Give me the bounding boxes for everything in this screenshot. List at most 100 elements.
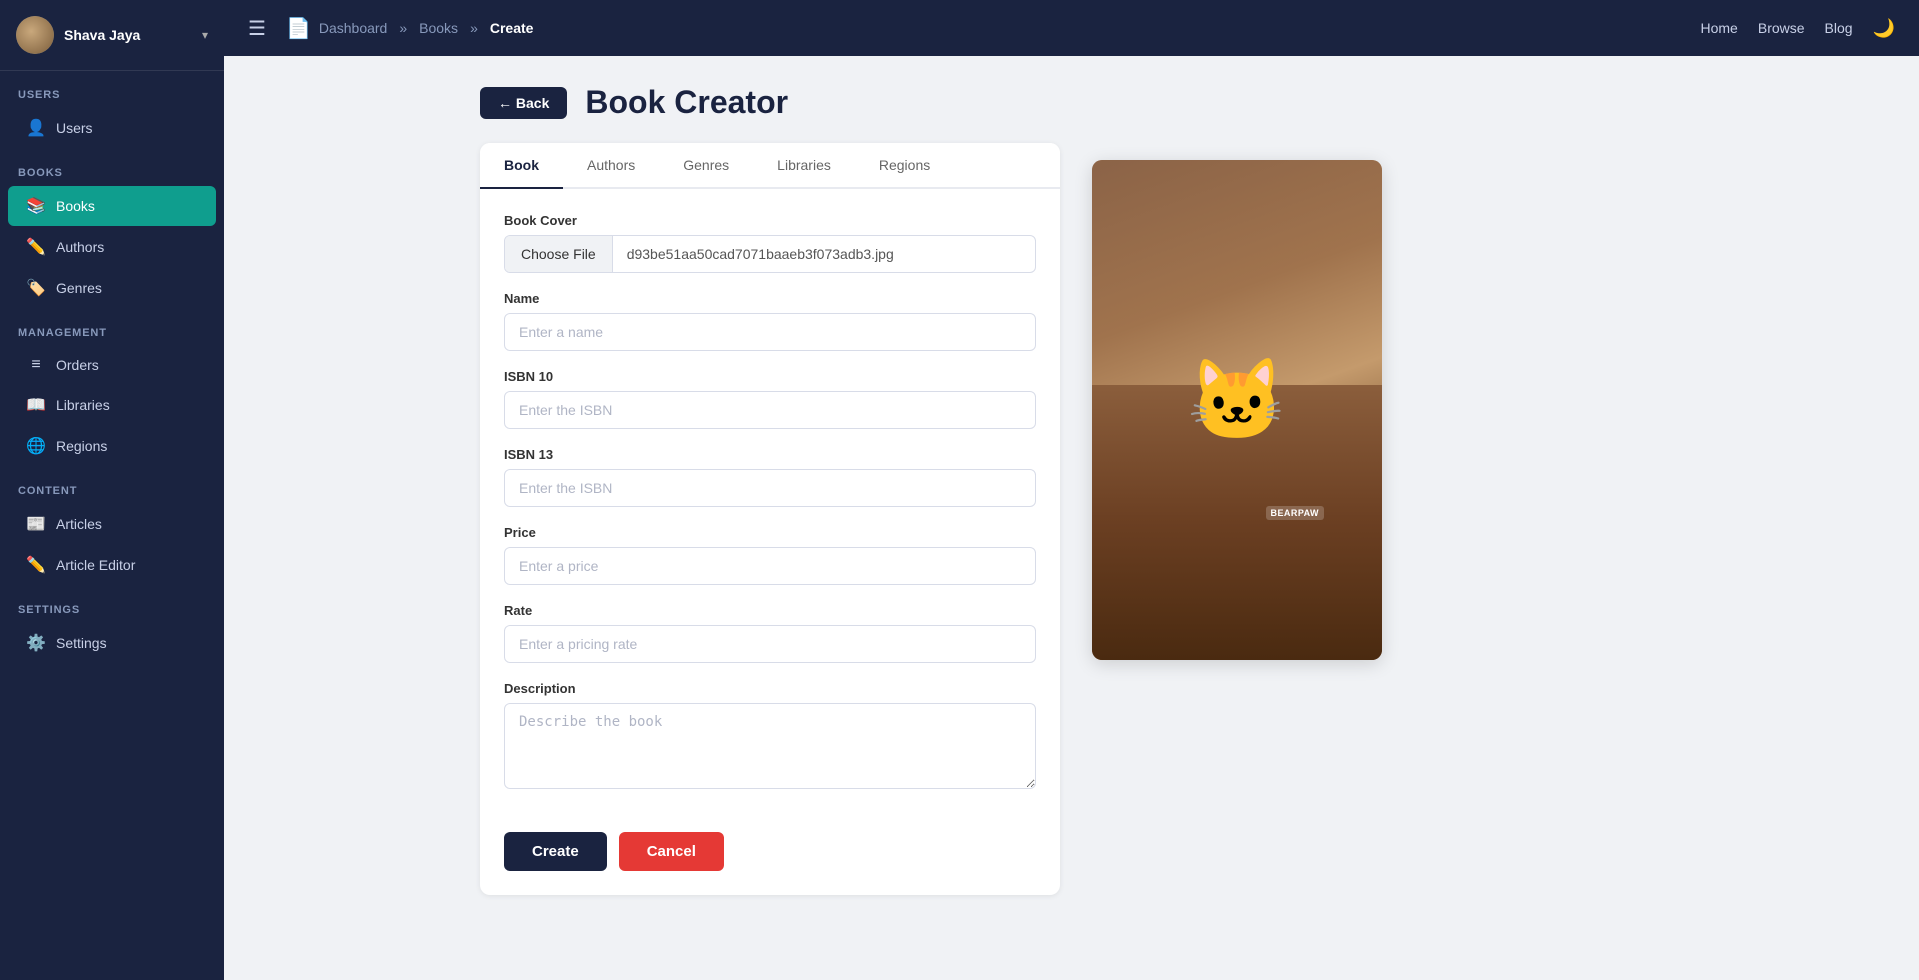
- authors-icon: ✏️: [26, 237, 46, 257]
- nav-blog[interactable]: Blog: [1825, 20, 1853, 36]
- back-button[interactable]: ← Back: [480, 87, 567, 119]
- page-title: Book Creator: [585, 84, 788, 121]
- isbn10-group: ISBN 10: [504, 369, 1036, 429]
- create-button[interactable]: Create: [504, 832, 607, 871]
- tab-book[interactable]: Book: [480, 143, 563, 189]
- tab-authors[interactable]: Authors: [563, 143, 659, 189]
- sidebar-section-management: Management ≡ Orders 📖 Libraries 🌐 Region…: [0, 309, 224, 467]
- section-label-management: Management: [0, 309, 224, 345]
- tab-card: Book Authors Genres Libraries Regions Bo…: [480, 143, 1060, 895]
- sidebar-section-users: Users 👤 Users: [0, 71, 224, 149]
- sidebar-item-label: Genres: [56, 280, 102, 296]
- isbn13-input[interactable]: [504, 469, 1036, 507]
- sidebar-item-articles[interactable]: 📰 Articles: [8, 504, 216, 544]
- books-icon: 📚: [26, 196, 46, 216]
- genres-icon: 🏷️: [26, 278, 46, 298]
- sidebar-item-settings[interactable]: ⚙️ Settings: [8, 623, 216, 663]
- book-nav-icon: 📄: [286, 16, 311, 41]
- orders-icon: ≡: [26, 356, 46, 374]
- breadcrumb-sep-2: »: [470, 20, 478, 36]
- sidebar-item-users[interactable]: 👤 Users: [8, 108, 216, 148]
- book-cover-group: Book Cover Choose File d93be51aa50cad707…: [504, 213, 1036, 273]
- book-cover-label: Book Cover: [504, 213, 1036, 228]
- sidebar-item-label: Articles: [56, 516, 102, 532]
- isbn10-input[interactable]: [504, 391, 1036, 429]
- rate-label: Rate: [504, 603, 1036, 618]
- sidebar-section-settings: Settings ⚙️ Settings: [0, 586, 224, 664]
- sidebar-item-label: Article Editor: [56, 557, 135, 573]
- breadcrumb-books[interactable]: Books: [419, 20, 458, 36]
- description-group: Description: [504, 681, 1036, 794]
- tab-genres[interactable]: Genres: [659, 143, 753, 189]
- dark-mode-toggle[interactable]: 🌙: [1873, 18, 1895, 39]
- topnav-right: Home Browse Blog 🌙: [1701, 18, 1896, 39]
- name-input[interactable]: [504, 313, 1036, 351]
- price-input[interactable]: [504, 547, 1036, 585]
- price-group: Price: [504, 525, 1036, 585]
- sidebar-item-orders[interactable]: ≡ Orders: [8, 346, 216, 384]
- price-label: Price: [504, 525, 1036, 540]
- breadcrumb-current: Create: [490, 20, 534, 36]
- sidebar-item-label: Libraries: [56, 397, 110, 413]
- settings-icon: ⚙️: [26, 633, 46, 653]
- sidebar-item-label: Regions: [56, 438, 107, 454]
- section-label-content: Content: [0, 467, 224, 503]
- sidebar-item-books[interactable]: 📚 Books: [8, 186, 216, 226]
- file-name-display: d93be51aa50cad7071baaeb3f073adb3.jpg: [613, 236, 1035, 272]
- isbn13-label: ISBN 13: [504, 447, 1036, 462]
- article-editor-icon: ✏️: [26, 555, 46, 575]
- sidebar-item-label: Settings: [56, 635, 107, 651]
- regions-icon: 🌐: [26, 436, 46, 456]
- form-body: Book Cover Choose File d93be51aa50cad707…: [480, 189, 1060, 832]
- tabs: Book Authors Genres Libraries Regions: [480, 143, 1060, 189]
- sidebar-item-article-editor[interactable]: ✏️ Article Editor: [8, 545, 216, 585]
- tab-regions[interactable]: Regions: [855, 143, 954, 189]
- hamburger-icon[interactable]: ☰: [248, 16, 266, 41]
- rate-input[interactable]: [504, 625, 1036, 663]
- sidebar-item-libraries[interactable]: 📖 Libraries: [8, 385, 216, 425]
- sidebar-item-genres[interactable]: 🏷️ Genres: [8, 268, 216, 308]
- cancel-button[interactable]: Cancel: [619, 832, 724, 871]
- main-content: ← Back Book Creator Book Authors Genres …: [448, 56, 1919, 980]
- isbn13-group: ISBN 13: [504, 447, 1036, 507]
- form-actions: Create Cancel: [480, 832, 1060, 895]
- tab-libraries[interactable]: Libraries: [753, 143, 855, 189]
- section-label-users: Users: [0, 71, 224, 107]
- name-label: Name: [504, 291, 1036, 306]
- chevron-down-icon: ▾: [202, 28, 208, 42]
- boot-brand-label: BEARPAW: [1266, 506, 1324, 520]
- sidebar-item-label: Users: [56, 120, 93, 136]
- cat-in-boot-image: BEARPAW: [1092, 160, 1382, 660]
- description-input[interactable]: [504, 703, 1036, 789]
- breadcrumb-dashboard[interactable]: Dashboard: [319, 20, 388, 36]
- nav-browse[interactable]: Browse: [1758, 20, 1805, 36]
- description-label: Description: [504, 681, 1036, 696]
- avatar: [16, 16, 54, 54]
- sidebar-section-content: Content 📰 Articles ✏️ Article Editor: [0, 467, 224, 586]
- nav-home[interactable]: Home: [1701, 20, 1738, 36]
- sidebar: Shava Jaya ▾ Users 👤 Users Books 📚 Books…: [0, 0, 224, 980]
- file-input-row: Choose File d93be51aa50cad7071baaeb3f073…: [504, 235, 1036, 273]
- sidebar-item-label: Orders: [56, 357, 99, 373]
- sidebar-item-label: Authors: [56, 239, 104, 255]
- sidebar-item-regions[interactable]: 🌐 Regions: [8, 426, 216, 466]
- image-panel: BEARPAW: [1092, 84, 1887, 952]
- isbn10-label: ISBN 10: [504, 369, 1036, 384]
- name-group: Name: [504, 291, 1036, 351]
- libraries-icon: 📖: [26, 395, 46, 415]
- topnav: ☰ 📄 Dashboard » Books » Create Home Brow…: [224, 0, 1919, 56]
- user-menu[interactable]: Shava Jaya ▾: [0, 0, 224, 71]
- choose-file-button[interactable]: Choose File: [505, 236, 613, 272]
- sidebar-item-label: Books: [56, 198, 95, 214]
- section-label-settings: Settings: [0, 586, 224, 622]
- sidebar-section-books: Books 📚 Books ✏️ Authors 🏷️ Genres: [0, 149, 224, 309]
- user-name: Shava Jaya: [64, 27, 192, 43]
- rate-group: Rate: [504, 603, 1036, 663]
- book-cover-preview: BEARPAW: [1092, 160, 1382, 660]
- page-header: ← Back Book Creator: [480, 84, 1060, 121]
- user-icon: 👤: [26, 118, 46, 138]
- form-panel: ← Back Book Creator Book Authors Genres …: [480, 84, 1060, 952]
- articles-icon: 📰: [26, 514, 46, 534]
- sidebar-item-authors[interactable]: ✏️ Authors: [8, 227, 216, 267]
- section-label-books: Books: [0, 149, 224, 185]
